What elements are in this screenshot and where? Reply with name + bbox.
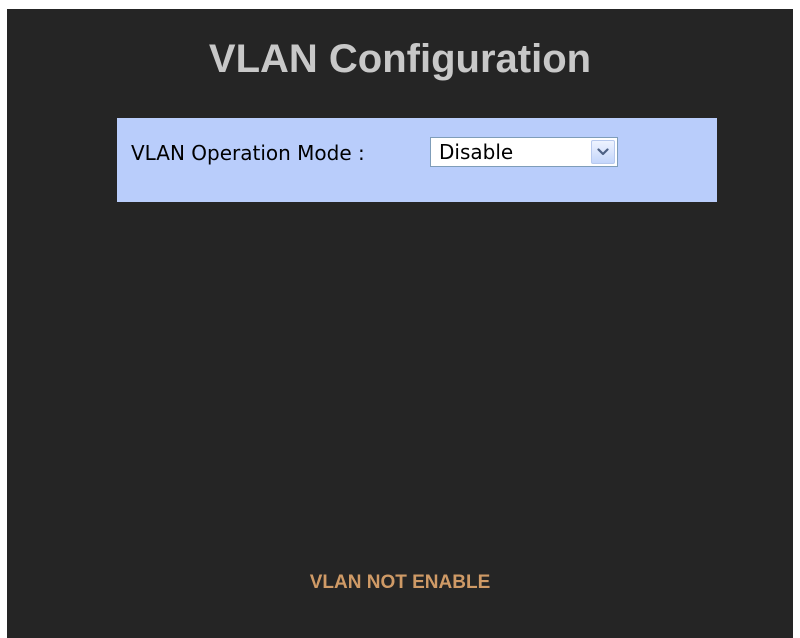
vlan-mode-select[interactable]: Disable xyxy=(430,137,618,167)
vlan-mode-panel: VLAN Operation Mode : Disable xyxy=(117,118,717,202)
page-title: VLAN Configuration xyxy=(208,37,592,81)
chevron-down-icon xyxy=(597,148,609,156)
dropdown-button[interactable] xyxy=(591,140,615,164)
vlan-mode-selected-value: Disable xyxy=(439,140,514,164)
content-frame: VLAN Configuration VLAN Operation Mode :… xyxy=(7,9,793,638)
vlan-status-message: VLAN NOT ENABLE xyxy=(309,572,491,593)
vlan-mode-label: VLAN Operation Mode : xyxy=(131,141,365,165)
